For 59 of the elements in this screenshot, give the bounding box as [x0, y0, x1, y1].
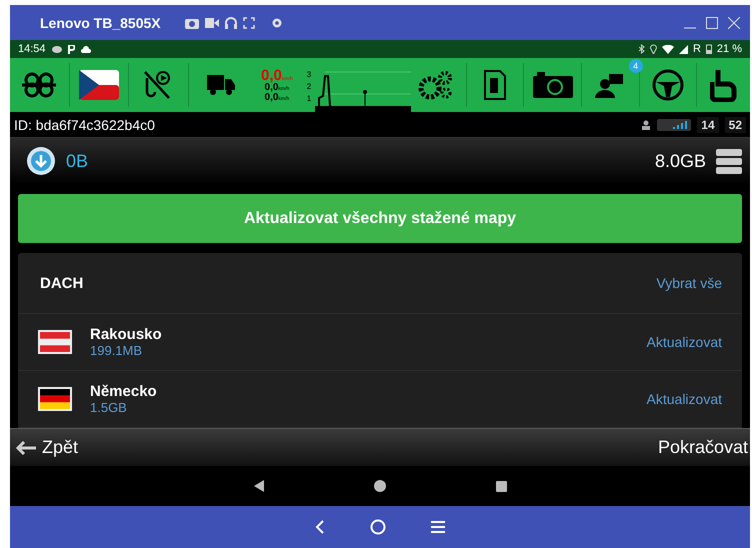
- gears-icon[interactable]: [418, 70, 454, 100]
- country-name: Rakousko: [90, 326, 162, 343]
- bluetooth-icon: [638, 44, 645, 54]
- location-icon: [650, 44, 657, 54]
- truck-icon[interactable]: [206, 75, 235, 95]
- czech-flag-icon[interactable]: [78, 70, 119, 100]
- fuel-document-icon[interactable]: [484, 70, 506, 100]
- wifi-icon: [662, 44, 674, 54]
- download-icon: [26, 146, 56, 176]
- map-size: 199.1MB: [90, 343, 144, 358]
- update-link[interactable]: Aktualizovat: [640, 390, 728, 408]
- battery-level: 21 %: [716, 43, 742, 55]
- back-arrow-icon: [16, 440, 36, 454]
- message-count-badge: 4: [628, 59, 643, 73]
- germany-flag-icon: [38, 387, 72, 411]
- battery-icon: [706, 44, 712, 54]
- free-space: 8.0GB: [654, 150, 706, 172]
- signal-icon: [678, 44, 688, 54]
- camera-icon[interactable]: [532, 72, 573, 98]
- austria-flag-icon: [38, 330, 72, 354]
- video-camera-icon[interactable]: [204, 18, 219, 28]
- clock-hours: 14: [697, 116, 719, 132]
- select-all-link[interactable]: Vybrat vše: [650, 274, 728, 292]
- settings-icon[interactable]: [270, 16, 283, 28]
- recents-icon[interactable]: [496, 480, 506, 492]
- region-title: DACH: [40, 274, 84, 292]
- cloud-icon: [80, 46, 91, 52]
- clock-minutes: 52: [724, 116, 746, 132]
- maximize-icon[interactable]: [706, 16, 718, 28]
- menu-icon[interactable]: [431, 521, 445, 533]
- device-id: ID: bda6f74c3622b4c0: [14, 116, 155, 132]
- downloaded-size: 0B: [66, 150, 88, 172]
- continue-button[interactable]: Pokračovat: [656, 437, 750, 458]
- home-icon[interactable]: [374, 480, 386, 492]
- gps-signal-icon: [657, 118, 692, 130]
- window-title: Lenovo TB_8505X: [40, 14, 161, 30]
- person-icon: [641, 120, 652, 130]
- route-icon[interactable]: [710, 68, 738, 102]
- parking-icon: [68, 44, 75, 54]
- map-size: 1.5GB: [90, 400, 128, 415]
- fullscreen-icon[interactable]: [242, 16, 255, 28]
- camera-icon[interactable]: [184, 16, 199, 28]
- status-time: 14:54: [18, 43, 46, 55]
- network-type: R: [692, 43, 701, 55]
- back-icon[interactable]: [315, 520, 325, 534]
- gauge-tick: 1: [306, 94, 312, 103]
- gauge-tick: 2: [306, 82, 312, 91]
- close-icon[interactable]: [728, 16, 740, 28]
- steering-wheel-icon[interactable]: [652, 69, 684, 101]
- update-link[interactable]: Aktualizovat: [640, 333, 728, 351]
- back-button[interactable]: Zpět: [16, 437, 78, 458]
- country-name: Německo: [90, 383, 157, 400]
- headphones-icon[interactable]: [224, 16, 237, 28]
- home-icon[interactable]: [370, 519, 386, 535]
- back-icon[interactable]: [254, 480, 264, 492]
- storage-icon: [716, 148, 742, 174]
- gauge-tick: 3: [306, 70, 312, 79]
- clover-interchange-icon[interactable]: [22, 72, 56, 98]
- contact-chat-icon[interactable]: [595, 72, 626, 98]
